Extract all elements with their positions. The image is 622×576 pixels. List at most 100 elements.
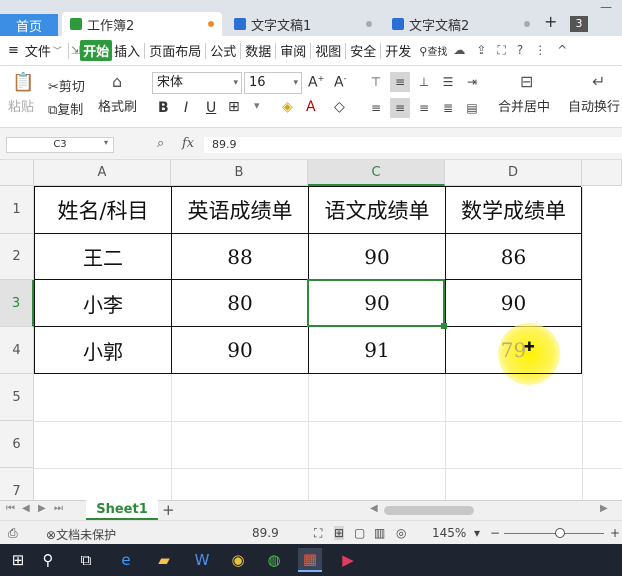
table-cell[interactable]: 86 <box>446 234 582 280</box>
file-explorer-icon[interactable]: ▰ <box>152 548 176 572</box>
menu-view[interactable]: 视图 <box>313 41 343 60</box>
video-app-icon[interactable]: ▶ <box>336 548 360 572</box>
macro-icon[interactable]: ⎙ <box>8 526 18 541</box>
zoom-dropdown-icon[interactable]: ▾ <box>474 526 480 540</box>
menu-icon[interactable]: ≡ <box>8 43 19 58</box>
normal-view-icon[interactable]: ⛶ <box>314 526 322 541</box>
table-header-cell[interactable]: 姓名/科目 <box>35 187 172 234</box>
table-cell[interactable]: 79 <box>446 327 582 374</box>
menu-formula[interactable]: 公式 <box>208 41 238 60</box>
column-header-d[interactable]: D <box>445 160 582 186</box>
sheet-tab-sheet1[interactable]: Sheet1 <box>86 500 158 520</box>
table-cell[interactable]: 91 <box>309 327 446 374</box>
wechat-icon[interactable]: ◍ <box>262 548 286 572</box>
format-painter-icon[interactable]: ⌂ <box>112 72 122 91</box>
table-header-cell[interactable]: 英语成绩单 <box>172 187 309 234</box>
row-header-2[interactable]: 2 <box>0 234 34 280</box>
row-header-5[interactable]: 5 <box>0 374 34 421</box>
wrap-text-button[interactable]: 自动换行 <box>568 96 620 115</box>
new-tab-button[interactable]: + <box>544 12 557 31</box>
paste-button[interactable]: 粘贴 <box>8 96 34 115</box>
collapse-icon[interactable]: ^ <box>557 43 567 58</box>
italic-button[interactable]: I <box>184 100 188 116</box>
cut-button[interactable]: ✂剪切 <box>48 76 85 95</box>
zoom-level[interactable]: 145% <box>432 526 466 540</box>
table-cell[interactable]: 小李 <box>35 280 172 327</box>
table-cell[interactable]: 90 <box>172 327 309 374</box>
windows-start-icon[interactable]: ⊞ <box>6 548 30 572</box>
font-size-select[interactable]: 16 ▾ <box>244 72 302 94</box>
paste-icon[interactable]: 📋 <box>12 72 34 93</box>
table-cell[interactable]: 88 <box>172 234 309 280</box>
select-all-corner[interactable] <box>0 160 34 186</box>
page-view-icon[interactable]: ▢ <box>354 526 365 540</box>
table-header-cell[interactable]: 数学成绩单 <box>446 187 582 234</box>
distribute-icon[interactable]: ▤ <box>462 98 482 118</box>
menu-developer[interactable]: 开发 <box>383 41 413 60</box>
protect-status[interactable]: ⊗文档未保护 <box>46 526 116 543</box>
chevron-down-icon[interactable]: ﹀ <box>53 44 62 57</box>
row-header-3[interactable]: 3 <box>0 280 34 327</box>
font-name-select[interactable]: 宋体 ▾ <box>152 72 242 94</box>
table-cell[interactable]: 80 <box>172 280 309 327</box>
zoom-search-icon[interactable]: ⌕ <box>157 136 164 151</box>
zoom-slider-knob[interactable] <box>555 528 565 538</box>
share-icon[interactable]: ⇪ <box>476 43 486 58</box>
formula-input[interactable]: 89.9 <box>204 137 622 153</box>
wps-spreadsheet-icon[interactable]: ▦ <box>298 548 322 572</box>
table-cell[interactable]: 90 <box>309 234 446 280</box>
grid-view-icon[interactable]: ⊞ <box>334 526 345 540</box>
last-sheet-icon[interactable]: ⏭ <box>54 503 63 514</box>
align-top-icon[interactable]: ⊤ <box>366 72 386 92</box>
scroll-right-icon[interactable]: ▶ <box>600 503 608 514</box>
page-break-icon[interactable]: ▥ <box>374 526 385 540</box>
tab-doc2[interactable]: 文字文稿2 <box>384 12 538 36</box>
tab-workbook[interactable]: 工作簿2 <box>62 12 222 36</box>
quick-access-icon[interactable]: ⇲ <box>71 44 80 57</box>
row-header-1[interactable]: 1 <box>0 186 34 234</box>
menu-insert[interactable]: 插入 <box>112 41 142 60</box>
align-middle-icon[interactable]: ≡ <box>390 72 410 92</box>
collaborate-icon[interactable]: ⛶ <box>497 43 505 58</box>
menu-page-layout[interactable]: 页面布局 <box>147 41 203 60</box>
column-header-c[interactable]: C <box>308 160 445 186</box>
indent-icon[interactable]: ⇥ <box>462 72 482 92</box>
menu-security[interactable]: 安全 <box>348 41 378 60</box>
name-box[interactable]: C3 <box>6 137 114 153</box>
align-right-icon[interactable]: ≡ <box>414 98 434 118</box>
column-header-e[interactable] <box>582 160 622 186</box>
justify-icon[interactable]: ≣ <box>438 98 458 118</box>
column-header-a[interactable]: A <box>34 160 171 186</box>
increase-font-icon[interactable]: A+ <box>308 74 324 91</box>
zoom-in-icon[interactable]: + <box>610 526 620 540</box>
reading-mode-icon[interactable]: ◎ <box>396 526 406 540</box>
chrome-icon[interactable]: ◉ <box>226 548 250 572</box>
fill-color-icon[interactable]: ◈ <box>282 99 293 115</box>
tab-home[interactable]: 首页 <box>0 14 58 36</box>
cloud-icon[interactable]: ☁ <box>453 43 465 58</box>
bold-button[interactable]: B <box>158 100 169 116</box>
more-icon[interactable]: ⋮ <box>534 43 546 58</box>
menu-data[interactable]: 数据 <box>243 41 273 60</box>
zoom-slider[interactable] <box>504 533 604 534</box>
menu-start[interactable]: 开始 <box>80 40 113 61</box>
table-header-cell[interactable]: 语文成绩单 <box>309 187 446 234</box>
first-sheet-icon[interactable]: ⏮ <box>6 503 15 514</box>
align-bottom-icon[interactable]: ⊥ <box>414 72 434 92</box>
edge-browser-icon[interactable]: e <box>114 548 138 572</box>
zoom-out-icon[interactable]: − <box>490 526 500 540</box>
task-view-icon[interactable]: ⧉ <box>74 548 98 572</box>
copy-button[interactable]: ⧉复制 <box>48 99 83 118</box>
wrap-text-icon[interactable]: ↵ <box>592 72 605 91</box>
minimize-icon[interactable]: — <box>600 0 612 14</box>
table-cell[interactable]: 王二 <box>35 234 172 280</box>
wrap-lines-icon[interactable]: ☰ <box>438 72 458 92</box>
border-dropdown-icon[interactable]: ▾ <box>254 99 260 112</box>
search-button[interactable]: ⚲查找 <box>419 43 447 58</box>
selected-cell[interactable]: 90 <box>309 280 446 327</box>
search-icon[interactable]: ⚲ <box>36 548 60 572</box>
merge-center-button[interactable]: 合并居中 <box>498 96 550 115</box>
add-sheet-button[interactable]: + <box>162 501 175 519</box>
prev-sheet-icon[interactable]: ◀ <box>22 503 30 514</box>
next-sheet-icon[interactable]: ▶ <box>38 503 46 514</box>
